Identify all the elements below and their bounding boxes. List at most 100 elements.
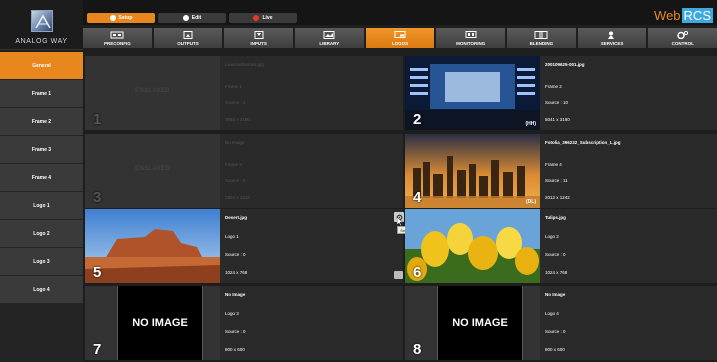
slot-info: Desert.jpg Logo 1 Source : 0 1024 x 768 [225, 209, 315, 283]
app-suffix: RCS [681, 8, 713, 23]
logo-slot-card[interactable]: 4 (DL) Fotolia_396232_Subscription_L.jpg… [405, 134, 717, 208]
thumbnail: ENSLAVED 1 [85, 56, 220, 130]
slot-number: 7 [93, 341, 102, 358]
file-name: No Image [545, 292, 566, 297]
thumbnail: ENSLAVED 3 [85, 134, 220, 208]
source-label: Source : 0 [545, 329, 566, 334]
image-size: 5041 x 3180 [545, 117, 570, 122]
tab-label: PRECONFIG [103, 40, 131, 46]
slot-number: 4 [413, 189, 422, 206]
library-icon [323, 30, 335, 39]
tab-blending[interactable]: BLENDING [507, 28, 576, 48]
mode-live-button[interactable]: Live [229, 13, 297, 23]
tab-outputs[interactable]: OUTPUTS [153, 28, 223, 48]
source-label: Source : 11 [545, 178, 568, 183]
sidebar-item-frame-4[interactable]: Frame 4 [0, 164, 83, 191]
logo-slot-card[interactable]: 5 Desert.jpg Logo 1 Source : 0 1024 x 76… [85, 209, 414, 283]
thumbnail: 2 (HH) [405, 56, 540, 130]
slot-tag: (DL) [526, 199, 536, 205]
tab-label: SERVICES [600, 40, 624, 46]
tab-monitoring[interactable]: MONITORING [436, 28, 506, 48]
slot-label: Logo 2 [545, 234, 559, 239]
city-skyline-image [405, 134, 540, 208]
source-label: Source : 0 [225, 329, 246, 334]
live-icon [253, 15, 260, 21]
sidebar-item-frame-2[interactable]: Frame 2 [0, 108, 83, 135]
logo-slot-card[interactable]: NO IMAGE 7 No Image Logo 3 Source : 0 80… [85, 286, 403, 360]
sidebar: General Frame 1 Frame 2 Frame 3 Frame 4 … [0, 52, 83, 362]
mode-label: Setup [118, 15, 133, 21]
delete-button[interactable] [394, 271, 403, 279]
tab-logos[interactable]: LOGOS [365, 28, 435, 48]
gear-icon [109, 15, 116, 21]
sidebar-item-logo-3[interactable]: Logo 3 [0, 248, 83, 275]
image-size: 1024 x 768 [545, 270, 568, 275]
slot-info: No Image Frame 3 Source : 0 1920 x 1242 [225, 134, 315, 208]
tab-label: INPUTS [250, 40, 267, 46]
sidebar-item-logo-1[interactable]: Logo 1 [0, 192, 83, 219]
inputs-icon [254, 30, 264, 39]
thumbnail: NO IMAGE 7 [85, 286, 220, 360]
source-label: Source : 10 [545, 100, 569, 105]
sidebar-item-frame-3[interactable]: Frame 3 [0, 136, 83, 163]
brand-logo: ANALOG WAY [0, 0, 83, 50]
slot-label: Logo 1 [225, 234, 239, 239]
outputs-icon [183, 30, 193, 39]
monitoring-icon [465, 30, 477, 38]
mode-edit-button[interactable]: Edit [158, 13, 226, 23]
tab-inputs[interactable]: INPUTS [224, 28, 294, 48]
source-label: Source : 1 [225, 100, 246, 105]
file-name: Livesmethemes.jpg [225, 62, 264, 67]
file-name: 200109625-001.jpg [545, 62, 585, 67]
logo-slot-card[interactable]: NO IMAGE 8 No Image Logo 4 Source : 0 80… [405, 286, 717, 360]
file-name: No Image [225, 140, 245, 145]
source-label: Source : 0 [225, 178, 246, 183]
slot-label: Logo 4 [545, 311, 559, 316]
enslaved-label: ENSLAVED [135, 166, 170, 172]
logo-slot-card[interactable]: 6 Tulips.jpg Logo 2 Source : 0 1024 x 76… [405, 209, 717, 283]
slot-label: Frame 2 [545, 84, 562, 89]
thumbnail: 5 [85, 209, 220, 283]
slot-info: 200109625-001.jpg Frame 2 Source : 10 50… [545, 56, 635, 130]
mouse-cursor-icon [397, 217, 403, 226]
app-name: Web [654, 8, 681, 23]
edit-icon [182, 15, 189, 21]
sidebar-item-logo-4[interactable]: Logo 4 [0, 276, 83, 303]
slot-info: Livesmethemes.jpg Frame 1 Source : 1 384… [225, 56, 315, 130]
image-size: 1920 x 1242 [225, 195, 250, 200]
mode-label: Edit [191, 15, 202, 21]
main-nav: PRECONFIG OUTPUTS INPUTS LIBRARY LOGOS M… [83, 28, 717, 48]
tab-control[interactable]: CONTROL [648, 28, 717, 48]
tab-label: BLENDING [529, 40, 554, 46]
image-size: 800 x 600 [545, 347, 565, 352]
logos-icon [394, 30, 406, 38]
sidebar-item-general[interactable]: General [0, 52, 83, 79]
tab-services[interactable]: SERVICES [577, 28, 647, 48]
tulips-image [405, 209, 540, 283]
thumbnail: NO IMAGE 8 [405, 286, 540, 360]
slot-number: 6 [413, 264, 422, 281]
slot-number: 5 [93, 264, 102, 281]
thumbnail: 4 (DL) [405, 134, 540, 208]
web-rcs-logo: Web RCS [654, 8, 713, 23]
image-size: 3840 x 2160 [225, 117, 250, 122]
thumbnail: 6 [405, 209, 540, 283]
slot-info: No Image Logo 4 Source : 0 800 x 600 [545, 286, 635, 360]
logo-slot-card[interactable]: 2 (HH) 200109625-001.jpg Frame 2 Source … [405, 56, 717, 130]
slot-label: Logo 3 [225, 311, 239, 316]
mode-bar: Setup Edit Live Web RCS [83, 0, 717, 25]
logo-slot-card[interactable]: ENSLAVED 1 Livesmethemes.jpg Frame 1 Sou… [85, 56, 403, 130]
slot-label: Frame 1 [225, 84, 242, 89]
mode-setup-button[interactable]: Setup [87, 13, 155, 23]
file-name: Tulips.jpg [545, 215, 566, 220]
slot-label: Frame 4 [545, 162, 562, 167]
tab-library[interactable]: LIBRARY [295, 28, 364, 48]
slot-info: Fotolia_396232_Subscription_L.jpg Frame … [545, 134, 635, 208]
sidebar-item-frame-1[interactable]: Frame 1 [0, 80, 83, 107]
slot-number: 1 [93, 111, 102, 128]
tab-label: LOGOS [391, 40, 409, 46]
logo-slot-card[interactable]: ENSLAVED 3 No Image Frame 3 Source : 0 1… [85, 134, 403, 208]
tab-label: CONTROL [671, 40, 694, 46]
sidebar-item-logo-2[interactable]: Logo 2 [0, 220, 83, 247]
tab-preconfig[interactable]: PRECONFIG [83, 28, 152, 48]
